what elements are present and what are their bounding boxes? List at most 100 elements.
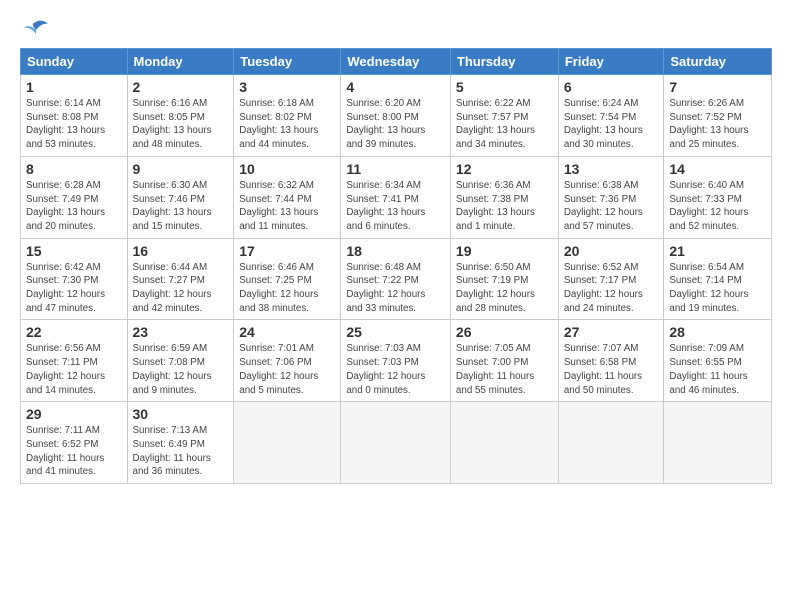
calendar-table: SundayMondayTuesdayWednesdayThursdayFrid… [20, 48, 772, 484]
day-number: 24 [239, 324, 335, 340]
day-number: 22 [26, 324, 122, 340]
day-number: 14 [669, 161, 766, 177]
day-info: Sunrise: 6:44 AMSunset: 7:27 PMDaylight:… [133, 261, 229, 316]
day-info: Sunrise: 7:13 AMSunset: 6:49 PMDaylight:… [133, 424, 229, 479]
calendar-cell: 14Sunrise: 6:40 AMSunset: 7:33 PMDayligh… [664, 156, 772, 238]
day-info: Sunrise: 7:01 AMSunset: 7:06 PMDaylight:… [239, 342, 335, 397]
logo [20, 20, 50, 40]
day-number: 29 [26, 406, 122, 422]
day-info: Sunrise: 6:48 AMSunset: 7:22 PMDaylight:… [346, 261, 445, 316]
day-number: 20 [564, 243, 659, 259]
weekday-header-thursday: Thursday [450, 49, 558, 75]
day-info: Sunrise: 6:38 AMSunset: 7:36 PMDaylight:… [564, 179, 659, 234]
calendar-cell: 8Sunrise: 6:28 AMSunset: 7:49 PMDaylight… [21, 156, 128, 238]
calendar-cell: 26 Sunrise: 7:05 AMSunset: 7:00 PMDayligh… [450, 320, 558, 402]
calendar-cell: 11 Sunrise: 6:34 AMSunset: 7:41 PMDayligh… [341, 156, 451, 238]
day-info: Sunrise: 6:32 AMSunset: 7:44 PMDaylight:… [239, 179, 335, 234]
day-number: 4 [346, 79, 445, 95]
day-info: Sunrise: 6:22 AMSunset: 7:57 PMDaylight:… [456, 97, 553, 152]
day-info: Sunrise: 6:14 AMSunset: 8:08 PMDaylight:… [26, 97, 122, 152]
calendar-cell: 6 Sunrise: 6:24 AMSunset: 7:54 PMDaylight… [558, 75, 664, 157]
calendar-cell: 5 Sunrise: 6:22 AMSunset: 7:57 PMDaylight… [450, 75, 558, 157]
day-info: Sunrise: 6:54 AMSunset: 7:14 PMDaylight:… [669, 261, 766, 316]
day-info: Sunrise: 6:59 AMSunset: 7:08 PMDaylight:… [133, 342, 229, 397]
day-number: 5 [456, 79, 553, 95]
calendar-cell: 4 Sunrise: 6:20 AMSunset: 8:00 PMDaylight… [341, 75, 451, 157]
day-number: 2 [133, 79, 229, 95]
calendar-cell: 1 Sunrise: 6:14 AMSunset: 8:08 PMDaylight… [21, 75, 128, 157]
day-number: 8 [26, 161, 122, 177]
calendar-cell: 21 Sunrise: 6:54 AMSunset: 7:14 PMDayligh… [664, 238, 772, 320]
day-info: Sunrise: 6:36 AMSunset: 7:38 PMDaylight:… [456, 179, 553, 234]
calendar-cell: 2 Sunrise: 6:16 AMSunset: 8:05 PMDaylight… [127, 75, 234, 157]
day-info: Sunrise: 6:24 AMSunset: 7:54 PMDaylight:… [564, 97, 659, 152]
day-info: Sunrise: 6:26 AMSunset: 7:52 PMDaylight:… [669, 97, 766, 152]
logo-bird-icon [22, 20, 50, 40]
day-info: Sunrise: 6:56 AMSunset: 7:11 PMDaylight:… [26, 342, 122, 397]
calendar-header-row: SundayMondayTuesdayWednesdayThursdayFrid… [21, 49, 772, 75]
calendar-cell: 10 Sunrise: 6:32 AMSunset: 7:44 PMDayligh… [234, 156, 341, 238]
day-number: 23 [133, 324, 229, 340]
day-info: Sunrise: 6:20 AMSunset: 8:00 PMDaylight:… [346, 97, 445, 152]
day-number: 15 [26, 243, 122, 259]
calendar-cell: 12 Sunrise: 6:36 AMSunset: 7:38 PMDayligh… [450, 156, 558, 238]
weekday-header-friday: Friday [558, 49, 664, 75]
calendar-cell: 29 Sunrise: 7:11 AMSunset: 6:52 PMDayligh… [21, 402, 128, 484]
weekday-header-monday: Monday [127, 49, 234, 75]
calendar-cell: 23 Sunrise: 6:59 AMSunset: 7:08 PMDayligh… [127, 320, 234, 402]
day-number: 13 [564, 161, 659, 177]
day-number: 17 [239, 243, 335, 259]
calendar-cell: 7 Sunrise: 6:26 AMSunset: 7:52 PMDaylight… [664, 75, 772, 157]
day-number: 6 [564, 79, 659, 95]
day-number: 1 [26, 79, 122, 95]
day-info: Sunrise: 7:03 AMSunset: 7:03 PMDaylight:… [346, 342, 445, 397]
day-number: 18 [346, 243, 445, 259]
day-info: Sunrise: 6:30 AMSunset: 7:46 PMDaylight:… [133, 179, 229, 234]
day-number: 30 [133, 406, 229, 422]
calendar-week-row: 15Sunrise: 6:42 AMSunset: 7:30 PMDayligh… [21, 238, 772, 320]
weekday-header-tuesday: Tuesday [234, 49, 341, 75]
day-info: Sunrise: 7:05 AMSunset: 7:00 PMDaylight:… [456, 342, 553, 397]
calendar-cell [558, 402, 664, 484]
day-info: Sunrise: 6:34 AMSunset: 7:41 PMDaylight:… [346, 179, 445, 234]
day-info: Sunrise: 6:46 AMSunset: 7:25 PMDaylight:… [239, 261, 335, 316]
calendar-cell: 24 Sunrise: 7:01 AMSunset: 7:06 PMDayligh… [234, 320, 341, 402]
calendar-cell: 16 Sunrise: 6:44 AMSunset: 7:27 PMDayligh… [127, 238, 234, 320]
page: SundayMondayTuesdayWednesdayThursdayFrid… [0, 0, 792, 494]
day-number: 11 [346, 161, 445, 177]
calendar-week-row: 1 Sunrise: 6:14 AMSunset: 8:08 PMDaylight… [21, 75, 772, 157]
day-number: 27 [564, 324, 659, 340]
day-number: 16 [133, 243, 229, 259]
calendar-cell: 25 Sunrise: 7:03 AMSunset: 7:03 PMDayligh… [341, 320, 451, 402]
day-number: 10 [239, 161, 335, 177]
calendar-cell: 27 Sunrise: 7:07 AMSunset: 6:58 PMDayligh… [558, 320, 664, 402]
day-number: 9 [133, 161, 229, 177]
day-info: Sunrise: 7:11 AMSunset: 6:52 PMDaylight:… [26, 424, 122, 479]
calendar-cell: 13 Sunrise: 6:38 AMSunset: 7:36 PMDayligh… [558, 156, 664, 238]
day-number: 7 [669, 79, 766, 95]
day-number: 12 [456, 161, 553, 177]
calendar-cell: 30 Sunrise: 7:13 AMSunset: 6:49 PMDayligh… [127, 402, 234, 484]
day-number: 21 [669, 243, 766, 259]
day-info: Sunrise: 6:18 AMSunset: 8:02 PMDaylight:… [239, 97, 335, 152]
day-number: 26 [456, 324, 553, 340]
day-info: Sunrise: 6:16 AMSunset: 8:05 PMDaylight:… [133, 97, 229, 152]
calendar-week-row: 29 Sunrise: 7:11 AMSunset: 6:52 PMDayligh… [21, 402, 772, 484]
calendar-cell [234, 402, 341, 484]
day-info: Sunrise: 6:52 AMSunset: 7:17 PMDaylight:… [564, 261, 659, 316]
calendar-cell: 28Sunrise: 7:09 AMSunset: 6:55 PMDayligh… [664, 320, 772, 402]
calendar-cell [664, 402, 772, 484]
calendar-cell: 18 Sunrise: 6:48 AMSunset: 7:22 PMDayligh… [341, 238, 451, 320]
day-info: Sunrise: 7:07 AMSunset: 6:58 PMDaylight:… [564, 342, 659, 397]
calendar-week-row: 8Sunrise: 6:28 AMSunset: 7:49 PMDaylight… [21, 156, 772, 238]
calendar-cell [450, 402, 558, 484]
calendar-cell: 19Sunrise: 6:50 AMSunset: 7:19 PMDayligh… [450, 238, 558, 320]
header [20, 16, 772, 40]
calendar-cell: 15Sunrise: 6:42 AMSunset: 7:30 PMDayligh… [21, 238, 128, 320]
calendar-cell: 3Sunrise: 6:18 AMSunset: 8:02 PMDaylight… [234, 75, 341, 157]
weekday-header-saturday: Saturday [664, 49, 772, 75]
day-info: Sunrise: 7:09 AMSunset: 6:55 PMDaylight:… [669, 342, 766, 397]
calendar-cell: 20 Sunrise: 6:52 AMSunset: 7:17 PMDayligh… [558, 238, 664, 320]
weekday-header-sunday: Sunday [21, 49, 128, 75]
day-number: 25 [346, 324, 445, 340]
